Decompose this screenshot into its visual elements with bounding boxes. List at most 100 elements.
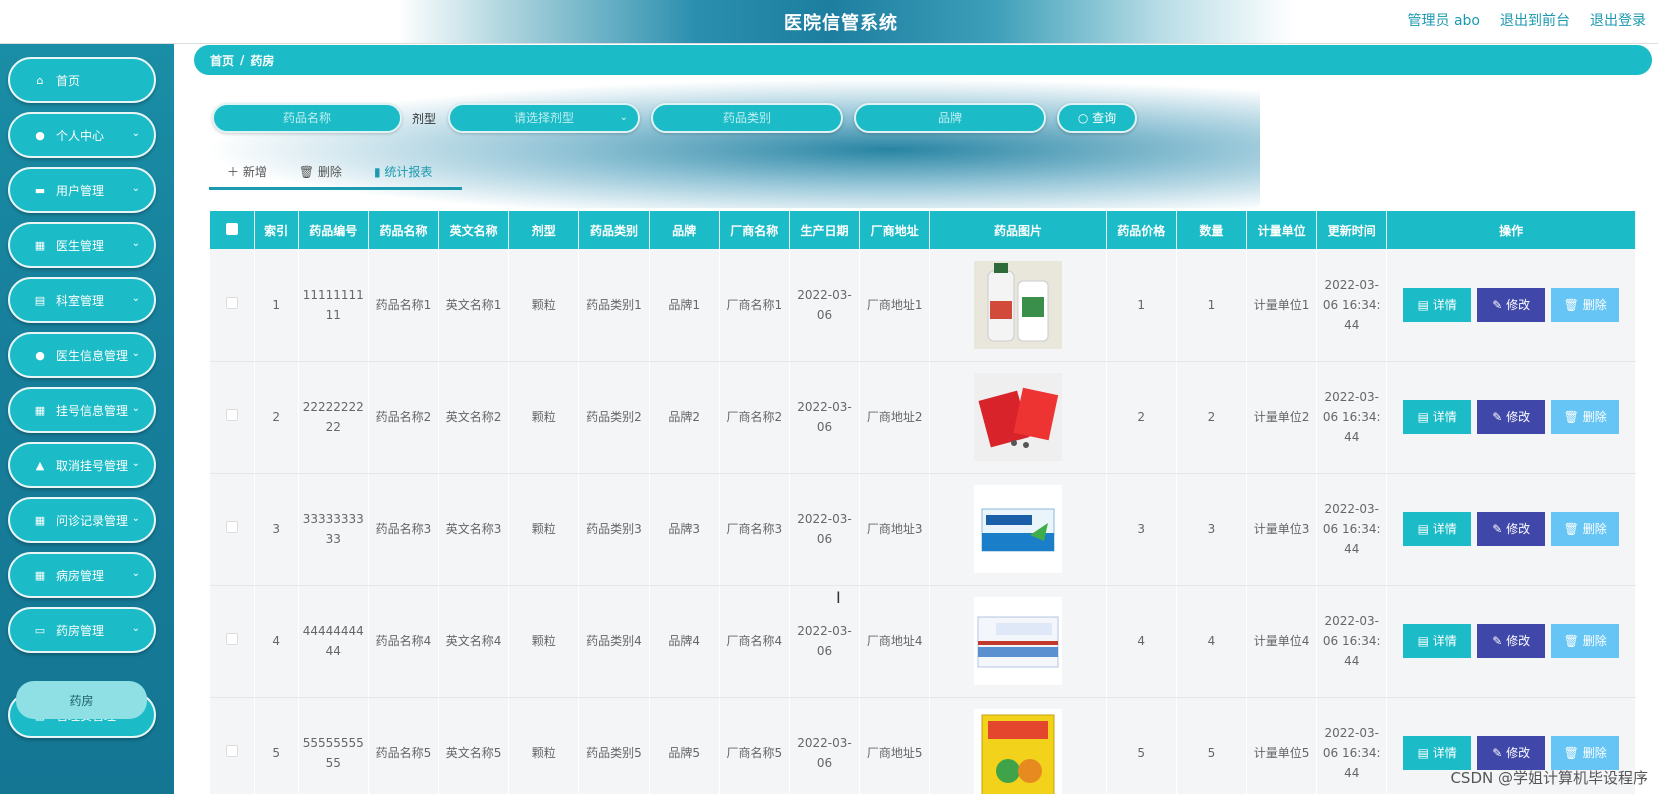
breadcrumb-home[interactable]: 首页 [210,52,234,69]
cell-unit: 计量单位2 [1246,361,1318,474]
cell-dosage: 颗粒 [508,697,580,794]
detail-button[interactable]: ▤ 详情 [1403,512,1472,546]
checkbox-icon[interactable] [225,222,238,235]
chevron-down-icon: ⌄ [131,403,140,414]
brand-input[interactable]: 品牌 [854,103,1046,133]
cell-dosage: 颗粒 [508,473,580,586]
add-button[interactable]: ＋ 新增 [209,160,281,187]
breadcrumb-current: 药房 [250,53,275,68]
report-button[interactable]: ▮ 统计报表 [356,160,446,187]
batch-delete-button[interactable]: 🗑 删除 [281,160,356,187]
drug-image[interactable] [973,709,1062,794]
delete-button-label: 删除 [1582,634,1607,648]
row-checkbox[interactable] [225,521,238,533]
chevron-down-icon: ⌄ [131,513,140,524]
cell-qty: 1 [1176,249,1248,362]
sidebar-item-5[interactable]: ▤ 科室管理 ⌄ [8,277,156,323]
batch-delete-label: 删除 [317,165,342,179]
cell-image [929,361,1107,474]
drug-image[interactable] [973,485,1062,573]
edit-button[interactable]: ✎ 修改 [1477,287,1546,322]
table-row: 5 5555555555 药品名称5 英文名称5 颗粒 药品类别5 品牌5 厂商名称5 2022… [210,697,1636,794]
delete-button-label: 删除 [1582,522,1607,536]
drug-name-input[interactable]: 药品名称 [212,103,402,133]
dosage-select[interactable]: 请选择剂型 ⌄ [448,103,640,133]
sidebar-item-label: 取消挂号管理 [56,458,129,473]
column-header: 剂型 [508,211,580,249]
bar-chart-icon: ▮ [373,165,381,179]
document-icon: ▤ [1417,634,1433,648]
cell-unit: 计量单位3 [1246,473,1318,586]
sidebar-item-7[interactable]: ▦ 挂号信息管理 ⌄ [8,387,156,433]
category-input[interactable]: 药品类别 [651,103,843,133]
cell-addr: 厂商地址3 [859,473,931,586]
drug-image[interactable] [973,373,1062,461]
cell-updated: 2022-03-06 16:34:44 [1316,473,1388,586]
delete-button[interactable]: 🗑 删除 [1551,736,1620,770]
chevron-down-icon: ⌄ [131,293,140,304]
edit-button[interactable]: ✎ 修改 [1477,624,1546,658]
row-checkbox-cell[interactable] [210,473,255,586]
sidebar-item-10[interactable]: ▦ 病房管理 ⌄ [8,552,156,598]
delete-button[interactable]: 🗑 删除 [1551,400,1620,434]
cell-category: 药品类别5 [578,697,650,794]
edit-button[interactable]: ✎ 修改 [1477,400,1546,434]
sidebar-item-8[interactable]: ▲ 取消挂号管理 ⌄ [8,442,156,488]
trash-icon: 🗑 [1563,746,1583,760]
admin-user-link[interactable]: 管理员 abo [1408,10,1480,30]
detail-button[interactable]: ▤ 详情 [1403,400,1472,434]
row-checkbox[interactable] [225,745,238,757]
sidebar-item-2[interactable]: ● 个人中心 ⌄ [8,112,156,158]
sidebar-item-label: 个人中心 [56,128,105,143]
edit-button-label: 修改 [1506,297,1531,312]
delete-button-label: 删除 [1582,746,1607,760]
sidebar-item-9[interactable]: ▦ 问诊记录管理 ⌄ [8,497,156,543]
column-header: 操作 [1386,211,1636,249]
cell-image [929,697,1107,794]
sidebar-item-label: 医生管理 [56,238,105,253]
row-checkbox-cell[interactable] [210,697,255,794]
drug-image[interactable] [973,260,1062,349]
edit-button-label: 修改 [1506,410,1531,424]
edit-button[interactable]: ✎ 修改 [1477,512,1546,546]
sidebar-item-6[interactable]: ● 医生信息管理 ⌄ [8,332,156,378]
row-checkbox[interactable] [225,296,238,309]
drug-image[interactable] [973,597,1062,685]
row-checkbox[interactable] [225,409,238,421]
delete-button[interactable]: 🗑 删除 [1551,512,1620,546]
delete-button[interactable]: 🗑 删除 [1551,624,1620,658]
row-checkbox-cell[interactable] [210,585,255,698]
cell-en: 英文名称2 [438,361,510,474]
row-checkbox[interactable] [225,633,238,645]
column-header: 药品名称 [368,211,440,249]
exit-to-frontend-link[interactable]: 退出到前台 [1500,10,1570,30]
query-button[interactable]: ○ 查询 [1057,103,1137,133]
row-checkbox-cell[interactable] [210,249,255,362]
sidebar-item-3[interactable]: ▬ 用户管理 ⌄ [8,167,156,213]
select-all-checkbox[interactable] [210,211,255,249]
sidebar-item-11[interactable]: ▭ 药房管理 ⌄ [8,607,156,653]
sidebar-item-1[interactable]: ⌂ 首页 [8,57,156,103]
logout-link[interactable]: 退出登录 [1590,10,1646,30]
sidebar-item-label: 问诊记录管理 [56,513,129,528]
document-icon: ▤ [1417,297,1433,312]
chevron-down-icon: ⌄ [131,128,140,139]
chevron-down-icon: ⌄ [131,183,140,194]
cell-name: 药品名称5 [368,697,440,794]
cell-addr: 厂商地址1 [859,249,931,362]
column-header: 药品图片 [929,211,1107,249]
cell-actions: ▤ 详情 ✎ 修改 🗑 删除 [1386,361,1636,474]
row-checkbox-cell[interactable] [210,361,255,474]
detail-button[interactable]: ▤ 详情 [1403,624,1472,658]
delete-button[interactable]: 🗑 删除 [1551,287,1620,322]
submenu-item-pharmacy[interactable]: 药房 [16,681,147,719]
detail-button-label: 详情 [1432,634,1457,648]
column-header: 更新时间 [1316,211,1388,249]
detail-button[interactable]: ▤ 详情 [1403,287,1472,322]
pencil-icon: ✎ [1492,746,1507,760]
cell-brand: 品牌2 [649,361,720,474]
detail-button[interactable]: ▤ 详情 [1403,736,1472,770]
table-row: 2 2222222222 药品名称2 英文名称2 颗粒 药品类别2 品牌2 厂商名称2 2022… [210,361,1636,474]
edit-button[interactable]: ✎ 修改 [1477,736,1546,770]
sidebar-item-4[interactable]: ▦ 医生管理 ⌄ [8,222,156,268]
